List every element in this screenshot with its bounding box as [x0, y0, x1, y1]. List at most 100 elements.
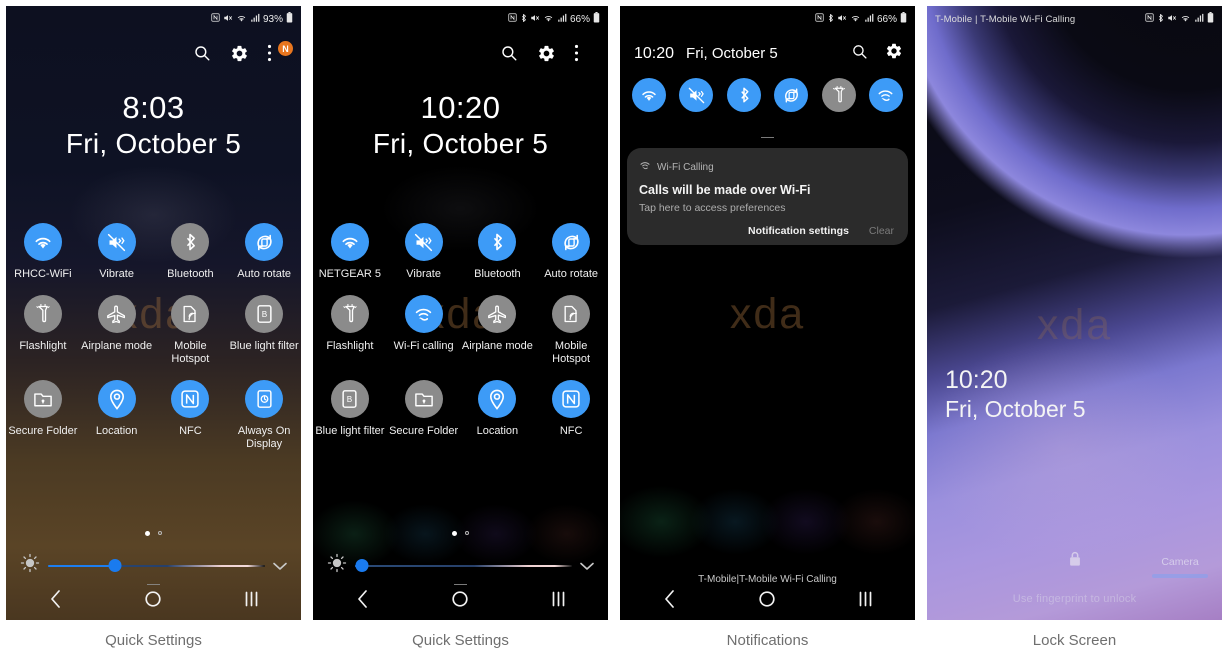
- tile-airplane-mode[interactable]: Airplane mode: [461, 295, 535, 366]
- tile-vibrate[interactable]: Vibrate: [387, 223, 461, 281]
- blue-light-icon: B: [245, 295, 284, 333]
- vibrate-icon: [404, 223, 443, 261]
- tile-flashlight[interactable]: Flashlight: [313, 295, 387, 366]
- tile-wifi-calling[interactable]: Wi-Fi calling: [387, 295, 461, 366]
- tile-location[interactable]: Location: [461, 380, 535, 438]
- overflow-menu-icon[interactable]: [574, 44, 594, 64]
- tile-mobile-hotspot[interactable]: Mobile Hotspot: [534, 295, 608, 366]
- toggle-flashlight[interactable]: [821, 78, 856, 112]
- clock-time: 8:03: [122, 90, 185, 125]
- notification-settings-button[interactable]: Notification settings: [748, 225, 849, 237]
- tile-vibrate[interactable]: Vibrate: [80, 223, 154, 281]
- notification-title: Calls will be made over Wi-Fi: [639, 183, 811, 197]
- chevron-down-icon[interactable]: [273, 558, 287, 574]
- pager-dot[interactable]: [465, 531, 469, 535]
- notif-header-row: 10:20 Fri, October 5: [634, 42, 903, 65]
- gear-icon[interactable]: [537, 44, 557, 64]
- toggle-auto-rotate[interactable]: [774, 78, 809, 112]
- toggle-wifi[interactable]: [632, 78, 666, 112]
- recents-icon[interactable]: [229, 584, 275, 614]
- bluetooth-icon: [1157, 13, 1164, 26]
- panel-quick-settings-1: 93% N 8:03 Fri, October 5 xda RHCC-WiFi …: [0, 0, 307, 655]
- aod-icon: [245, 380, 284, 418]
- notification-card[interactable]: Wi-Fi Calling Calls will be made over Wi…: [627, 148, 908, 245]
- home-icon[interactable]: [437, 584, 483, 614]
- tile-label: NFC: [559, 425, 583, 437]
- header-date: Fri, October 5: [686, 45, 778, 62]
- back-icon[interactable]: [32, 584, 78, 614]
- camera-shortcut[interactable]: Camera: [1152, 556, 1208, 578]
- tile-nfc[interactable]: NFC: [534, 380, 608, 438]
- status-icons-3: 66%: [815, 12, 907, 26]
- recents-icon[interactable]: [536, 584, 582, 614]
- status-bar-2: 66%: [313, 6, 608, 32]
- camera-swipe-handle[interactable]: [1152, 574, 1208, 578]
- tile-location[interactable]: Location: [80, 380, 154, 451]
- pager-dot[interactable]: [158, 531, 162, 535]
- tile-netgear-wifi[interactable]: NETGEAR 5: [313, 223, 387, 281]
- notification-app-row: Wi-Fi Calling: [639, 158, 896, 176]
- flashlight-icon: [330, 295, 369, 333]
- battery-icon: [900, 12, 907, 26]
- clear-button[interactable]: Clear: [869, 225, 894, 237]
- tile-label: Airplane mode: [81, 340, 153, 352]
- svg-text:B: B: [347, 395, 353, 404]
- secure-folder-icon: [404, 380, 443, 418]
- tile-bluetooth[interactable]: Bluetooth: [461, 223, 535, 281]
- qs-pager-2[interactable]: [313, 531, 608, 536]
- qs-header-actions-1: N: [193, 41, 293, 64]
- back-icon[interactable]: [339, 584, 385, 614]
- tile-secure-folder[interactable]: Secure Folder: [6, 380, 80, 451]
- tile-auto-rotate[interactable]: Auto rotate: [227, 223, 301, 281]
- location-icon: [97, 380, 136, 418]
- tile-mobile-hotspot[interactable]: Mobile Hotspot: [154, 295, 228, 366]
- search-icon[interactable]: [193, 44, 213, 64]
- brightness-slider[interactable]: [355, 558, 572, 573]
- tile-rhcc-wifi[interactable]: RHCC-WiFi: [6, 223, 80, 281]
- back-icon[interactable]: [646, 584, 692, 614]
- toggle-bluetooth[interactable]: [726, 78, 761, 112]
- panel-handle-3[interactable]: —: [620, 130, 915, 143]
- toggle-vibrate[interactable]: [679, 78, 714, 112]
- qs-pager-1[interactable]: [6, 531, 301, 536]
- slider-knob[interactable]: [355, 558, 368, 572]
- recents-icon[interactable]: [843, 584, 889, 614]
- mute-icon: [837, 13, 847, 26]
- tile-nfc[interactable]: NFC: [154, 380, 228, 451]
- tile-blue-light-filter[interactable]: B Blue light filter: [313, 380, 387, 438]
- nfc-icon: [552, 380, 591, 418]
- tile-label: Vibrate: [406, 268, 441, 280]
- tile-always-on-display[interactable]: Always On Display: [227, 380, 301, 451]
- wifi-icon: [236, 13, 247, 26]
- gear-icon[interactable]: [230, 44, 250, 64]
- header-time: 10:20: [634, 44, 675, 62]
- slider-knob[interactable]: [108, 558, 122, 572]
- home-icon[interactable]: [130, 584, 176, 614]
- tile-bluetooth[interactable]: Bluetooth: [154, 223, 228, 281]
- toggle-wifi-calling[interactable]: [868, 78, 903, 112]
- tile-flashlight[interactable]: Flashlight: [6, 295, 80, 366]
- bluetooth-icon: [520, 13, 527, 26]
- tile-airplane-mode[interactable]: Airplane mode: [80, 295, 154, 366]
- overflow-menu-icon[interactable]: N: [267, 41, 293, 64]
- tile-auto-rotate[interactable]: Auto rotate: [534, 223, 608, 281]
- gear-icon[interactable]: [885, 42, 903, 65]
- brightness-slider[interactable]: [48, 558, 265, 573]
- search-icon[interactable]: [500, 44, 520, 64]
- tile-secure-folder[interactable]: Secure Folder: [387, 380, 461, 438]
- pager-dot-active[interactable]: [452, 531, 457, 536]
- chevron-down-icon[interactable]: [580, 558, 594, 574]
- home-icon[interactable]: [744, 584, 790, 614]
- nfc-icon: [1145, 13, 1154, 25]
- signal-icon: [250, 13, 260, 26]
- bluetooth-icon: [171, 223, 210, 261]
- wifi-icon: [1180, 13, 1191, 26]
- pager-dot-active[interactable]: [145, 531, 150, 536]
- search-icon[interactable]: [851, 43, 868, 65]
- tile-label: Blue light filter: [229, 340, 299, 352]
- wifi-icon: [23, 223, 62, 261]
- tile-blue-light-filter[interactable]: B Blue light filter: [227, 295, 301, 366]
- phone-screen-3: 66% 10:20 Fri, October 5 — Wi-Fi Calling…: [620, 6, 915, 620]
- signal-icon: [557, 13, 567, 26]
- status-bar-1: 93%: [6, 6, 301, 32]
